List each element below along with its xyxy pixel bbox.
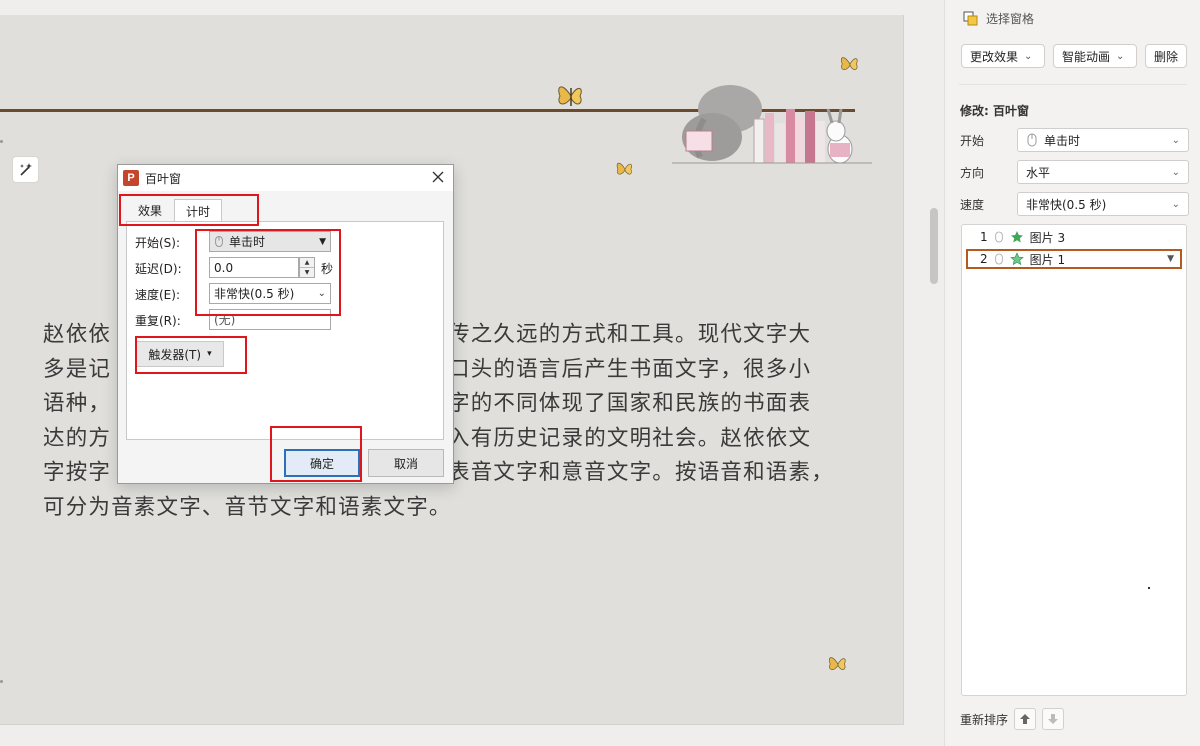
start-field-label: 开始(S):: [135, 236, 181, 250]
text-line: 口头的语言后产生书面文字，很多小: [448, 356, 812, 382]
arrow-down-icon: [1048, 714, 1059, 724]
mouse-icon: [994, 253, 1003, 265]
start-combo[interactable]: 单击时 ▼: [209, 231, 331, 252]
speed-select-value: 非常快(0.5 秒): [1026, 197, 1107, 212]
text-line: 字的不同体现了国家和民族的书面表: [448, 391, 812, 416]
cancel-button[interactable]: 取消: [368, 449, 444, 477]
smart-animation-button[interactable]: 智能动画 ⌄: [1053, 44, 1137, 68]
resize-handle[interactable]: [0, 140, 3, 143]
delay-input[interactable]: 0.0: [209, 257, 299, 278]
chevron-down-icon: ⌄: [1024, 50, 1033, 62]
speed-combo[interactable]: 非常快(0.5 秒) ⌄: [209, 283, 331, 304]
smart-tools-button[interactable]: [12, 156, 39, 183]
move-up-button[interactable]: [1014, 708, 1037, 730]
dialog-titlebar[interactable]: P 百叶窗: [118, 165, 453, 191]
selection-pane-link[interactable]: 选择窗格: [963, 10, 1034, 27]
butterfly-icon: [841, 57, 858, 70]
reorder-controls: 重新排序: [960, 708, 1065, 730]
chevron-down-icon: ⌄: [1171, 134, 1180, 146]
butterfly-icon: [616, 162, 632, 175]
chevron-down-icon: ⌄: [1171, 166, 1180, 178]
animation-item-index: 1: [980, 230, 988, 244]
dialog-title: 百叶窗: [145, 171, 182, 186]
change-effect-label: 更改效果: [970, 49, 1019, 64]
reorder-label: 重新排序: [960, 712, 1009, 727]
speed-field-label: 速度(E):: [135, 288, 180, 302]
start-label: 开始: [960, 134, 985, 148]
delete-label: 删除: [1154, 49, 1179, 64]
arrow-up-icon: [1020, 714, 1031, 724]
delay-spinner[interactable]: ▲ ▼: [299, 257, 315, 278]
trigger-label: 触发器(T): [148, 347, 202, 362]
animation-item[interactable]: 1 图片 3: [966, 227, 1182, 247]
animation-list[interactable]: 1 图片 3 2 图片 1 ▼: [961, 224, 1187, 696]
chevron-down-icon: ⌄: [1116, 50, 1125, 62]
direction-label: 方向: [960, 166, 985, 180]
text-line: 多是记: [43, 356, 112, 382]
delay-unit-label: 秒: [321, 262, 334, 276]
close-icon[interactable]: [431, 170, 445, 184]
double-chevron-down-icon: ▾: [207, 349, 212, 359]
butterfly-icon: [829, 657, 846, 670]
text-line: 赵依依: [43, 322, 112, 347]
smart-animation-label: 智能动画: [1062, 49, 1111, 64]
entrance-effect-icon: [1010, 231, 1023, 243]
timing-panel: 开始(S): 单击时 ▼ 延迟(D): 0.0 ▲ ▼ 秒 速度(E): 非常快…: [126, 221, 444, 440]
start-select-value: 单击时: [1044, 133, 1081, 148]
animation-item-name: 图片 3: [1029, 230, 1066, 245]
start-select[interactable]: 单击时 ⌄: [1017, 128, 1189, 152]
spin-up-icon[interactable]: ▲: [300, 258, 314, 268]
butterfly-icon: [558, 86, 582, 106]
vertical-scrollbar-thumb[interactable]: [930, 208, 938, 284]
speed-select[interactable]: 非常快(0.5 秒) ⌄: [1017, 192, 1189, 216]
chevron-down-icon: ⌄: [1171, 198, 1180, 210]
app-logo-icon: P: [123, 170, 139, 186]
entrance-effect-icon: [1009, 252, 1024, 266]
animation-item-selected[interactable]: 2 图片 1 ▼: [966, 249, 1182, 269]
start-combo-value: 单击时: [229, 235, 266, 249]
resize-handle[interactable]: [0, 680, 3, 683]
text-line: 传之久远的方式和工具。现代文字大: [448, 322, 812, 347]
text-line: 字按字: [43, 460, 112, 485]
tab-effect[interactable]: 效果: [128, 199, 172, 221]
dropdown-arrow-icon: ▼: [319, 236, 326, 247]
speed-label: 速度: [960, 198, 985, 212]
animation-item-index: 2: [980, 252, 988, 266]
selection-pane-icon: [963, 11, 978, 25]
text-line: 可分为音素文字、音节文字和语素文字。: [43, 494, 452, 520]
delay-field-label: 延迟(D):: [135, 262, 182, 276]
move-down-button[interactable]: [1042, 708, 1065, 730]
elephant-books-illustration: [672, 85, 872, 164]
text-line: 达的方: [43, 425, 112, 451]
text-line: 入有历史记录的文明社会。赵依依文: [448, 425, 812, 451]
selection-pane-label: 选择窗格: [986, 12, 1035, 26]
dropdown-caret-icon[interactable]: ▼: [1167, 254, 1174, 264]
animation-item-name: 图片 1: [1029, 252, 1066, 267]
direction-select[interactable]: 水平 ⌄: [1017, 160, 1189, 184]
speed-combo-value: 非常快(0.5 秒): [214, 287, 295, 301]
direction-select-value: 水平: [1026, 165, 1051, 180]
repeat-field-label: 重复(R):: [135, 314, 181, 328]
divider: [959, 84, 1187, 85]
delete-button[interactable]: 删除: [1145, 44, 1187, 68]
text-line: 表音文字和意音文字。按语音和语素，: [448, 460, 834, 485]
mouse-icon: [1027, 133, 1037, 147]
spin-down-icon[interactable]: ▼: [300, 268, 314, 277]
text-line: 语种，: [43, 391, 112, 416]
mouse-icon: [994, 231, 1003, 243]
stray-dot: [1148, 587, 1150, 589]
mouse-icon: [215, 236, 223, 247]
tab-timing[interactable]: 计时: [174, 199, 222, 222]
modify-effect-heading: 修改: 百叶窗: [960, 104, 1029, 118]
ok-button[interactable]: 确定: [284, 449, 360, 477]
animation-pane: 选择窗格 更改效果 ⌄ 智能动画 ⌄ 删除 修改: 百叶窗 开始 单击时 ⌄ 方…: [944, 0, 1200, 746]
chevron-down-icon: ⌄: [317, 288, 326, 299]
change-effect-button[interactable]: 更改效果 ⌄: [961, 44, 1045, 68]
magic-wand-icon: [19, 162, 32, 176]
repeat-combo[interactable]: (无): [209, 309, 331, 330]
blinds-effect-dialog: P 百叶窗 效果 计时 开始(S): 单击时 ▼ 延迟(D): 0.0 ▲ ▼ …: [117, 164, 454, 484]
trigger-button[interactable]: 触发器(T) ▾: [136, 341, 224, 367]
